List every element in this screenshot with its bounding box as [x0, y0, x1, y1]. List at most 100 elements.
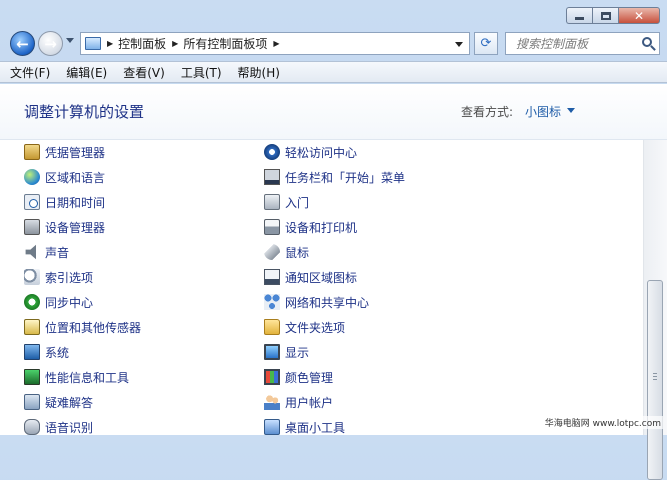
breadcrumb-separator-icon[interactable]: ▶ [107, 39, 113, 48]
menu-view[interactable]: 查看(V) [123, 64, 165, 81]
breadcrumb-separator-icon[interactable]: ▶ [273, 39, 279, 48]
item-indexing-options[interactable]: 索引选项 [24, 267, 93, 287]
breadcrumb-control-panel[interactable]: 控制面板 [118, 35, 166, 52]
item-label: 位置和其他传感器 [45, 320, 142, 335]
item-label: 同步中心 [45, 295, 94, 310]
item-label: 区域和语言 [45, 170, 106, 185]
item-performance[interactable]: 性能信息和工具 [24, 367, 129, 387]
window-caption-buttons: ✕ [566, 7, 660, 24]
address-bar[interactable]: ▶ 控制面板 ▶ 所有控制面板项 ▶ [80, 32, 470, 55]
item-devices-printers[interactable]: 设备和打印机 [264, 217, 357, 237]
address-dropdown-icon[interactable] [455, 42, 463, 47]
breadcrumb-separator-icon[interactable]: ▶ [172, 39, 178, 48]
item-color-management[interactable]: 颜色管理 [264, 367, 333, 387]
item-label: 设备管理器 [45, 220, 106, 235]
menu-edit[interactable]: 编辑(E) [66, 64, 107, 81]
date-time-icon [24, 194, 40, 210]
item-sound[interactable]: 声音 [24, 242, 69, 262]
item-label: 日期和时间 [45, 195, 106, 210]
item-label: 声音 [45, 245, 70, 260]
minimize-icon [575, 17, 584, 20]
item-label: 性能信息和工具 [45, 370, 130, 385]
control-panel-items: 凭据管理器 区域和语言 日期和时间 设备管理器 声音 索引选项 同步中心 位置和… [0, 140, 643, 435]
maximize-icon [600, 11, 611, 20]
color-management-icon [264, 369, 280, 385]
breadcrumb-all-items[interactable]: 所有控制面板项 [183, 35, 267, 52]
vertical-scrollbar[interactable] [643, 140, 667, 480]
item-getting-started[interactable]: 入门 [264, 192, 309, 212]
item-label: 语音识别 [45, 420, 94, 435]
item-label: 用户帐户 [285, 395, 334, 410]
credential-manager-icon [24, 144, 40, 160]
region-language-icon [24, 169, 40, 185]
item-network-sharing[interactable]: 网络和共享中心 [264, 292, 369, 312]
back-button[interactable]: ← [10, 31, 35, 56]
refresh-button[interactable]: ⟳ [474, 32, 498, 55]
recent-pages-dropdown[interactable] [66, 38, 74, 43]
item-label: 文件夹选项 [285, 320, 346, 335]
folder-options-icon [264, 319, 280, 335]
item-date-time[interactable]: 日期和时间 [24, 192, 105, 212]
ease-of-access-icon [264, 144, 280, 160]
scrollbar-thumb[interactable] [647, 280, 663, 480]
item-system[interactable]: 系统 [24, 342, 69, 362]
item-label: 鼠标 [285, 245, 310, 260]
content-pane: 调整计算机的设置 查看方式: 小图标 凭据管理器 区域和语言 日期和时间 设备管… [0, 84, 667, 480]
item-label: 网络和共享中心 [285, 295, 370, 310]
item-label: 颜色管理 [285, 370, 334, 385]
item-label: 桌面小工具 [285, 420, 346, 435]
menu-file[interactable]: 文件(F) [10, 64, 50, 81]
item-user-accounts[interactable]: 用户帐户 [264, 392, 333, 412]
item-mouse[interactable]: 鼠标 [264, 242, 309, 262]
display-icon [264, 344, 280, 360]
maximize-button[interactable] [592, 7, 618, 24]
navigation-bar: ← → ▶ 控制面板 ▶ 所有控制面板项 ▶ ⟳ [8, 29, 660, 59]
sound-icon [25, 244, 36, 260]
item-folder-options[interactable]: 文件夹选项 [264, 317, 345, 337]
item-speech-recognition[interactable]: 语音识别 [24, 417, 93, 435]
item-label: 疑难解答 [45, 395, 94, 410]
search-input[interactable] [514, 35, 634, 52]
location-sensors-icon [24, 319, 40, 335]
item-label: 索引选项 [45, 270, 94, 285]
item-desktop-gadgets[interactable]: 桌面小工具 [264, 417, 345, 435]
mouse-icon [264, 244, 280, 260]
item-label: 显示 [285, 345, 310, 360]
item-region-language[interactable]: 区域和语言 [24, 167, 105, 187]
item-display[interactable]: 显示 [264, 342, 309, 362]
network-sharing-icon [264, 294, 280, 310]
menu-tools[interactable]: 工具(T) [181, 64, 222, 81]
taskbar-start-menu-icon [264, 169, 280, 185]
item-label: 入门 [285, 195, 310, 210]
menu-bar: 文件(F) 编辑(E) 查看(V) 工具(T) 帮助(H) [0, 61, 667, 83]
item-notification-area[interactable]: 通知区域图标 [264, 267, 357, 287]
item-label: 设备和打印机 [285, 220, 358, 235]
item-location-sensors[interactable]: 位置和其他传感器 [24, 317, 141, 337]
item-label: 任务栏和「开始」菜单 [285, 170, 406, 185]
item-credential-manager[interactable]: 凭据管理器 [24, 142, 105, 162]
back-arrow-icon: ← [16, 34, 29, 53]
search-box[interactable] [505, 32, 660, 55]
performance-icon [24, 369, 40, 385]
view-by-label: 查看方式: [461, 105, 514, 119]
item-ease-of-access[interactable]: 轻松访问中心 [264, 142, 357, 162]
item-label: 凭据管理器 [45, 145, 106, 160]
item-taskbar-start-menu[interactable]: 任务栏和「开始」菜单 [264, 167, 405, 187]
forward-button[interactable]: → [38, 31, 63, 56]
refresh-icon: ⟳ [480, 36, 492, 51]
minimize-button[interactable] [566, 7, 592, 24]
troubleshooting-icon [24, 394, 40, 410]
menu-help[interactable]: 帮助(H) [238, 64, 280, 81]
view-by-dropdown[interactable]: 小图标 [525, 103, 561, 120]
scrollbar-grip-icon [653, 373, 657, 381]
item-troubleshooting[interactable]: 疑难解答 [24, 392, 93, 412]
chevron-down-icon[interactable] [567, 108, 575, 113]
desktop-gadgets-icon [264, 419, 280, 435]
search-icon[interactable] [642, 37, 652, 47]
item-device-manager[interactable]: 设备管理器 [24, 217, 105, 237]
control-panel-icon [85, 37, 101, 50]
item-label: 通知区域图标 [285, 270, 358, 285]
close-button[interactable]: ✕ [618, 7, 660, 24]
device-manager-icon [24, 219, 40, 235]
item-sync-center[interactable]: 同步中心 [24, 292, 93, 312]
